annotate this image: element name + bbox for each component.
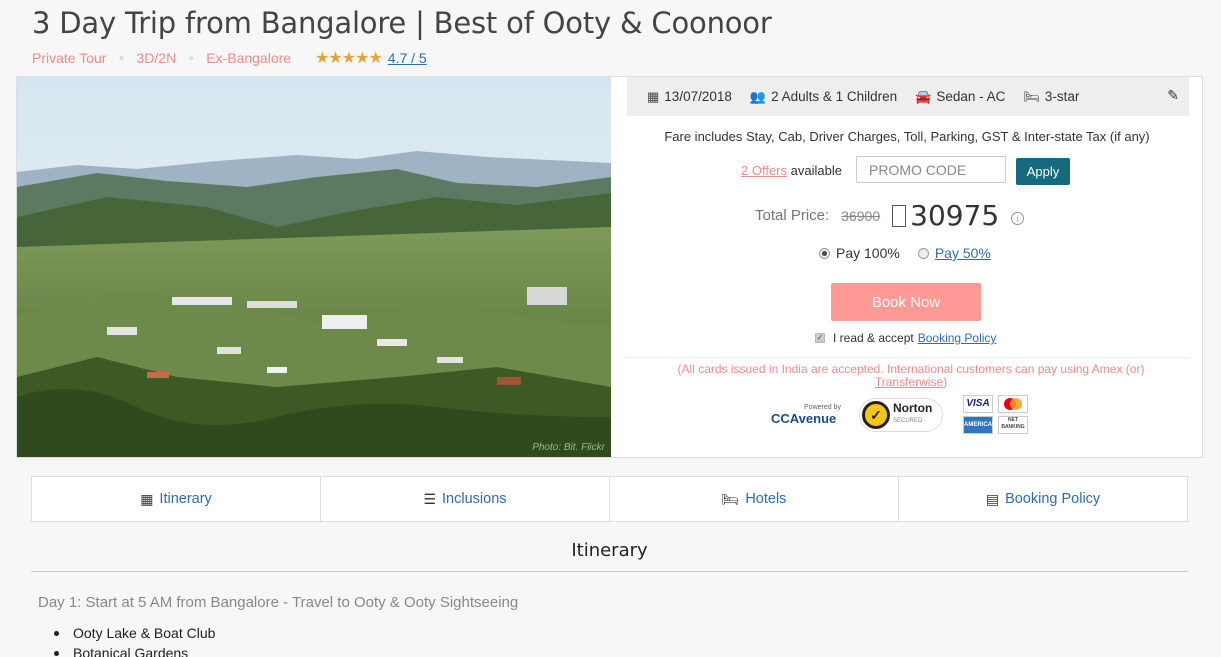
trip-meta: Private Tour ● 3D/2N ● Ex-Bangalore ★★★★… [32,48,427,68]
pay-half-link[interactable]: Pay 50% [935,245,991,261]
ooty-landscape-image [17,77,611,457]
trip-summary-bar: ▦ 13/07/2018 👥 2 Adults & 1 Children 🚘 S… [627,77,1189,116]
apply-button[interactable]: Apply [1016,158,1070,185]
visa-logo: VISA [963,395,993,413]
calendar-icon: ▦ [647,88,660,104]
offers-suffix: available [790,163,842,178]
trip-card: Photo: Bit. Flickr ▦ 13/07/2018 👥 2 Adul… [16,76,1203,458]
page-title: 3 Day Trip from Bangalore | Best of Ooty… [32,6,772,40]
trip-vehicle-value: Sedan - AC [936,89,1006,104]
trip-guests: 👥 2 Adults & 1 Children [750,89,897,105]
amex-logo: AMERICAN EXPRESS [963,416,996,444]
booking-panel: ▦ 13/07/2018 👥 2 Adults & 1 Children 🚘 S… [611,77,1203,457]
users-icon: 👥 [749,88,767,104]
pay-half-radio[interactable] [917,247,929,259]
tab-hotels-label: Hotels [745,491,787,507]
trip-date: ▦ 13/07/2018 [647,89,732,105]
norton-name: Norton [893,401,933,415]
mastercard-logo [998,395,1028,413]
day-1-list: Ooty Lake & Boat Club Botanical Gardens [54,624,215,657]
tag-origin: Ex-Bangalore [206,50,292,66]
edit-icon[interactable]: ✎ [1167,87,1179,104]
netbanking-logo: NET BANKING [998,416,1028,434]
tab-inclusions-label: Inclusions [442,491,507,507]
tab-itinerary-label: Itinerary [159,491,212,507]
norton-logo: ✓ Norton SECURED [859,397,943,432]
divider [625,357,1189,358]
trip-vehicle: 🚘 Sedan - AC [915,89,1005,105]
accept-checkbox[interactable]: ✓ [815,333,825,343]
trip-hotel: 🛏 3-star [1023,89,1079,105]
separator-dot: ● [118,52,125,64]
divider [31,571,1188,572]
list-icon: ☰ [423,490,437,507]
ccavenue-name: CCAvenue [771,410,837,426]
tab-hotels[interactable]: 🛏 Hotels [610,477,899,521]
list-item: Ooty Lake & Boat Club [54,624,215,644]
list-item: Botanical Gardens [54,644,215,657]
ccavenue-logo: Powered by CCAvenue [771,404,851,426]
trip-hotel-value: 3-star [1044,89,1080,104]
payment-options: Pay 100% Pay 50% [819,245,991,261]
bed-icon: 🛏 [721,490,740,507]
document-icon: ▤ [985,490,1000,507]
rating-link[interactable]: 4.7 / 5 [388,50,427,66]
info-icon[interactable]: i [1011,212,1025,225]
section-tabs: ▦ Itinerary ☰ Inclusions 🛏 Hotels ▤ Book… [31,476,1188,522]
book-now-button[interactable]: Book Now [831,283,981,321]
pay-full-radio[interactable] [819,247,830,259]
transferwise-link[interactable]: Transferwise [875,375,943,389]
tab-inclusions[interactable]: ☰ Inclusions [321,477,610,521]
currency-icon [892,204,907,227]
bed-icon: 🛏 [1023,88,1040,104]
cards-note: (All cards issued in India are accepted.… [651,363,1171,389]
accept-policy: ✓ I read & accept Booking Policy [815,331,996,345]
total-price: Total Price: 36900 30975 i [755,199,1025,232]
pay-full-label[interactable]: Pay 100% [836,245,900,261]
norton-check-icon: ✓ [862,400,890,429]
separator-dot: ● [188,52,195,64]
calendar-icon: ▦ [140,490,154,507]
tab-booking-policy[interactable]: ▤ Booking Policy [899,477,1187,521]
accept-text: I read & accept [833,331,914,345]
cards-note-text: (All cards issued in India are accepted.… [677,362,1145,376]
payment-logos: Powered by CCAvenue ✓ Norton SECURED VIS… [771,395,1030,444]
trip-date-value: 13/07/2018 [664,89,732,104]
total-price-label: Total Price: [755,207,830,224]
car-icon: 🚘 [915,88,932,104]
cards-note-close: ) [943,375,948,389]
new-price: 30975 [910,199,1000,232]
old-price: 36900 [841,207,881,224]
tag-duration: 3D/2N [136,50,177,66]
ccavenue-powered: Powered by [804,403,841,411]
photo-credit: Photo: Bit. Flickr [532,442,605,453]
tab-itinerary[interactable]: ▦ Itinerary [32,477,321,521]
card-logos: VISA AMERICAN EXPRESS NET BANKING [963,395,1030,444]
tag-private-tour: Private Tour [32,50,107,66]
itinerary-heading: Itinerary [571,540,648,561]
rating-stars: ★★★★★ [315,50,383,67]
fare-includes-note: Fare includes Stay, Cab, Driver Charges,… [664,129,1150,144]
offers-link[interactable]: 2 Offers [741,163,787,178]
trip-photo: Photo: Bit. Flickr [17,77,611,457]
booking-policy-link[interactable]: Booking Policy [918,331,997,345]
norton-sub: SECURED [893,418,923,424]
trip-guests-value: 2 Adults & 1 Children [771,89,898,104]
offers-text: 2 Offers available [741,163,842,178]
tab-booking-policy-label: Booking Policy [1005,491,1101,507]
promo-code-input[interactable] [856,156,1006,183]
day-1-title: Day 1: Start at 5 AM from Bangalore - Tr… [38,594,519,611]
